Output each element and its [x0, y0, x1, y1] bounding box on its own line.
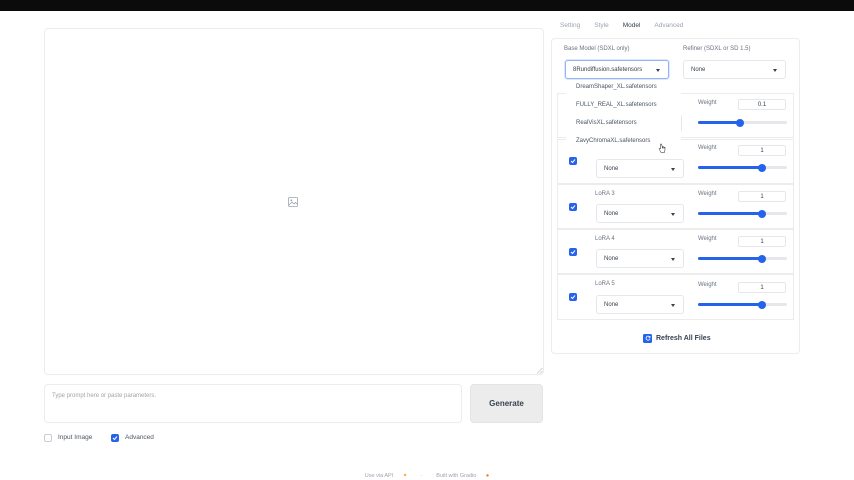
lora-2-enable-checkbox[interactable] — [569, 157, 577, 165]
refresh-icon — [643, 333, 652, 343]
lora-3-enable-checkbox[interactable] — [569, 203, 577, 211]
slider-handle[interactable] — [758, 163, 767, 172]
input-image-label: Input Image — [58, 434, 93, 441]
tab-advanced[interactable]: Advanced — [654, 22, 683, 34]
slider-fill — [698, 166, 763, 169]
settings-tabs: Setting Style Model Advanced — [560, 22, 697, 34]
dropdown-option[interactable]: RealVisXL.safetensors — [576, 120, 637, 126]
lora-4-weight-slider[interactable] — [698, 254, 787, 263]
input-image-toggle[interactable]: Input Image — [44, 433, 92, 442]
top-bar — [0, 0, 854, 11]
built-with-gradio-link[interactable]: Built with Gradio ● — [432, 473, 493, 479]
resize-handle[interactable] — [536, 367, 543, 374]
dropdown-option[interactable]: ZavyChromaXL.safetensors — [576, 138, 650, 144]
lora-2-weight-label: Weight — [698, 145, 717, 151]
advanced-toggle[interactable]: Advanced — [111, 433, 154, 442]
chevron-down-icon — [671, 258, 675, 261]
refresh-label: Refresh All Files — [656, 334, 711, 342]
lora-4-enable-checkbox[interactable] — [569, 248, 577, 256]
lora-2-weight-input[interactable]: 1 — [738, 145, 786, 156]
chevron-down-icon — [656, 69, 660, 72]
lora-3-weight-label: Weight — [698, 191, 717, 197]
gradio-logo-icon: ● — [485, 473, 490, 479]
lora-5-weight-slider[interactable] — [698, 300, 787, 309]
slider-handle[interactable] — [758, 300, 767, 309]
lora-1-weight-input[interactable]: 0.1 — [738, 99, 786, 110]
chevron-down-icon — [671, 213, 675, 216]
slider-handle[interactable] — [758, 209, 767, 218]
check-icon — [570, 205, 576, 210]
refiner-select[interactable]: None — [683, 60, 786, 79]
built-text: Built with Gradio — [436, 473, 477, 479]
lora-5-weight-input[interactable]: 1 — [738, 282, 786, 293]
rocket-icon: ✦ — [402, 473, 408, 479]
advanced-checkbox[interactable] — [111, 433, 119, 442]
tab-setting[interactable]: Setting — [560, 22, 580, 34]
lora-4-label: LoRA 4 — [595, 236, 615, 242]
lora-2-select[interactable]: None — [596, 159, 684, 178]
lora-3-value: None — [604, 211, 619, 217]
chevron-down-icon — [671, 168, 675, 171]
chevron-down-icon — [773, 69, 777, 72]
mouse-cursor-icon — [658, 143, 666, 153]
lora-1-weight-label: Weight — [698, 100, 717, 106]
lora-3-select[interactable]: None — [596, 204, 684, 223]
lora-5-select[interactable]: None — [596, 295, 684, 314]
dropdown-option[interactable]: DreamShaper_XL.safetensors — [576, 84, 657, 90]
use-via-api-link[interactable]: Use via API ✦ — [361, 473, 412, 479]
lora-3-weight-input[interactable]: 1 — [738, 191, 786, 202]
slider-handle[interactable] — [735, 118, 744, 127]
prompt-input[interactable]: Type prompt here or paste parameters. — [44, 384, 462, 423]
base-model-value: 8Rundiffusion.safetensors — [573, 67, 643, 73]
slider-fill — [698, 121, 740, 124]
lora-4-weight-input[interactable]: 1 — [738, 236, 786, 247]
check-icon — [570, 250, 576, 255]
refiner-value: None — [691, 67, 706, 73]
image-icon — [288, 197, 298, 207]
check-icon — [570, 159, 576, 164]
lora-5-weight-label: Weight — [698, 282, 717, 288]
lora-5-value: None — [604, 302, 619, 308]
refiner-label: Refiner (SDXL or SD 1.5) — [683, 46, 751, 52]
dropdown-option[interactable]: FULLY_REAL_XL.safetensors — [576, 102, 657, 108]
footer-separator: · — [420, 473, 423, 479]
prompt-placeholder: Type prompt here or paste parameters. — [52, 393, 157, 399]
lora-1-weight-slider[interactable] — [698, 118, 787, 127]
chevron-down-icon — [671, 304, 675, 307]
lora-4-weight-label: Weight — [698, 236, 717, 242]
lora-4-value: None — [604, 256, 619, 262]
base-model-select[interactable]: 8Rundiffusion.safetensors — [565, 60, 669, 79]
check-icon — [112, 435, 118, 440]
tab-model[interactable]: Model — [623, 22, 641, 34]
slider-fill — [698, 257, 763, 260]
check-icon — [570, 295, 576, 300]
api-text: Use via API — [364, 473, 394, 479]
slider-handle[interactable] — [758, 254, 767, 263]
lora-3-label: LoRA 3 — [595, 191, 615, 197]
generate-button[interactable]: Generate — [470, 384, 543, 423]
lora-5-label: LoRA 5 — [595, 281, 615, 287]
input-image-checkbox[interactable] — [44, 433, 52, 442]
advanced-label: Advanced — [125, 434, 154, 441]
lora-4-select[interactable]: None — [596, 249, 684, 268]
slider-fill — [698, 212, 763, 215]
lora-2-weight-slider[interactable] — [698, 163, 787, 172]
tab-style[interactable]: Style — [594, 22, 608, 34]
lora-5-enable-checkbox[interactable] — [569, 293, 577, 301]
lora-2-value: None — [604, 166, 619, 172]
lora-3-weight-slider[interactable] — [698, 209, 787, 218]
base-model-label: Base Model (SDXL only) — [564, 46, 630, 52]
footer: Use via API ✦ · Built with Gradio ● — [0, 473, 854, 479]
slider-fill — [698, 303, 763, 306]
refresh-all-files-button[interactable]: Refresh All Files — [643, 333, 711, 343]
